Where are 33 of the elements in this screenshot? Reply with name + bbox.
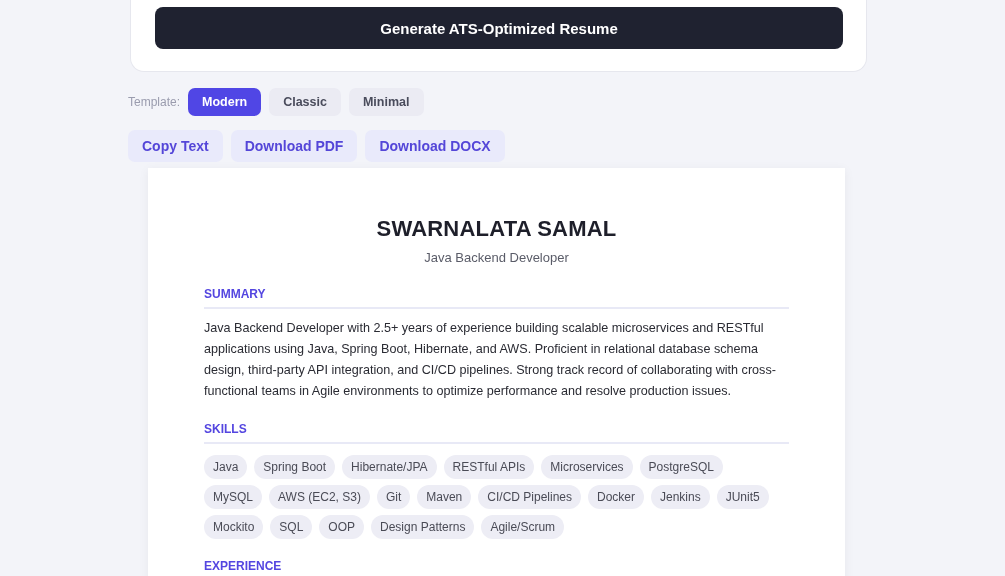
skill-tag: Agile/Scrum [481,515,565,539]
skill-tag: Design Patterns [371,515,475,539]
action-button[interactable]: Download DOCX [365,130,505,162]
skill-tag: CI/CD Pipelines [478,485,581,509]
skill-tag: Spring Boot [254,455,336,479]
template-option[interactable]: Classic [269,88,341,116]
section-heading: SKILLS [204,422,789,444]
skill-tag: Maven [417,485,472,509]
summary-paragraph: Java Backend Developer with 2.5+ years of experience building scalable microservices and RESTful applications using Java, Spring Boot, Hibernate, and AWS. Proficient in relational database schema design, third-party API integration, and CI/CD pipelines. Strong track record of collaborating with cross-functional teams in Agile environments to optimize performance and resolve production issues. [204,320,777,400]
template-option[interactable]: Modern [188,88,262,116]
template-label: Template: [128,95,181,109]
skill-tag: PostgreSQL [639,455,723,479]
skill-tag: Docker [588,485,644,509]
skill-tag: Mockito [204,515,264,539]
skill-tag: Git [376,485,411,509]
skill-tag: RESTful APIs [443,455,535,479]
skill-tag: Hibernate/JPA [342,455,437,479]
template-option[interactable]: Minimal [348,88,424,116]
skill-tag: AWS (EC2, S3) [269,485,370,509]
skill-tag: SQL [270,515,313,539]
action-button[interactable]: Download PDF [230,130,358,162]
generate-button[interactable]: Generate ATS-Optimized Resume [155,7,843,49]
action-button[interactable]: Copy Text [128,130,223,162]
resume-title: Java Backend Developer [423,250,570,265]
section-heading: EXPERIENCE [204,559,789,576]
skill-tag: Jenkins [651,485,710,509]
skill-tag: JUnit5 [716,485,769,509]
skill-tag: OOP [319,515,365,539]
skill-tag: Microservices [541,455,633,479]
skill-tag: Java [204,455,248,479]
skill-tag: MySQL [204,485,262,509]
section-heading: SUMMARY [204,287,789,309]
resume-name: SWARNALATA SAMAL [375,216,618,242]
